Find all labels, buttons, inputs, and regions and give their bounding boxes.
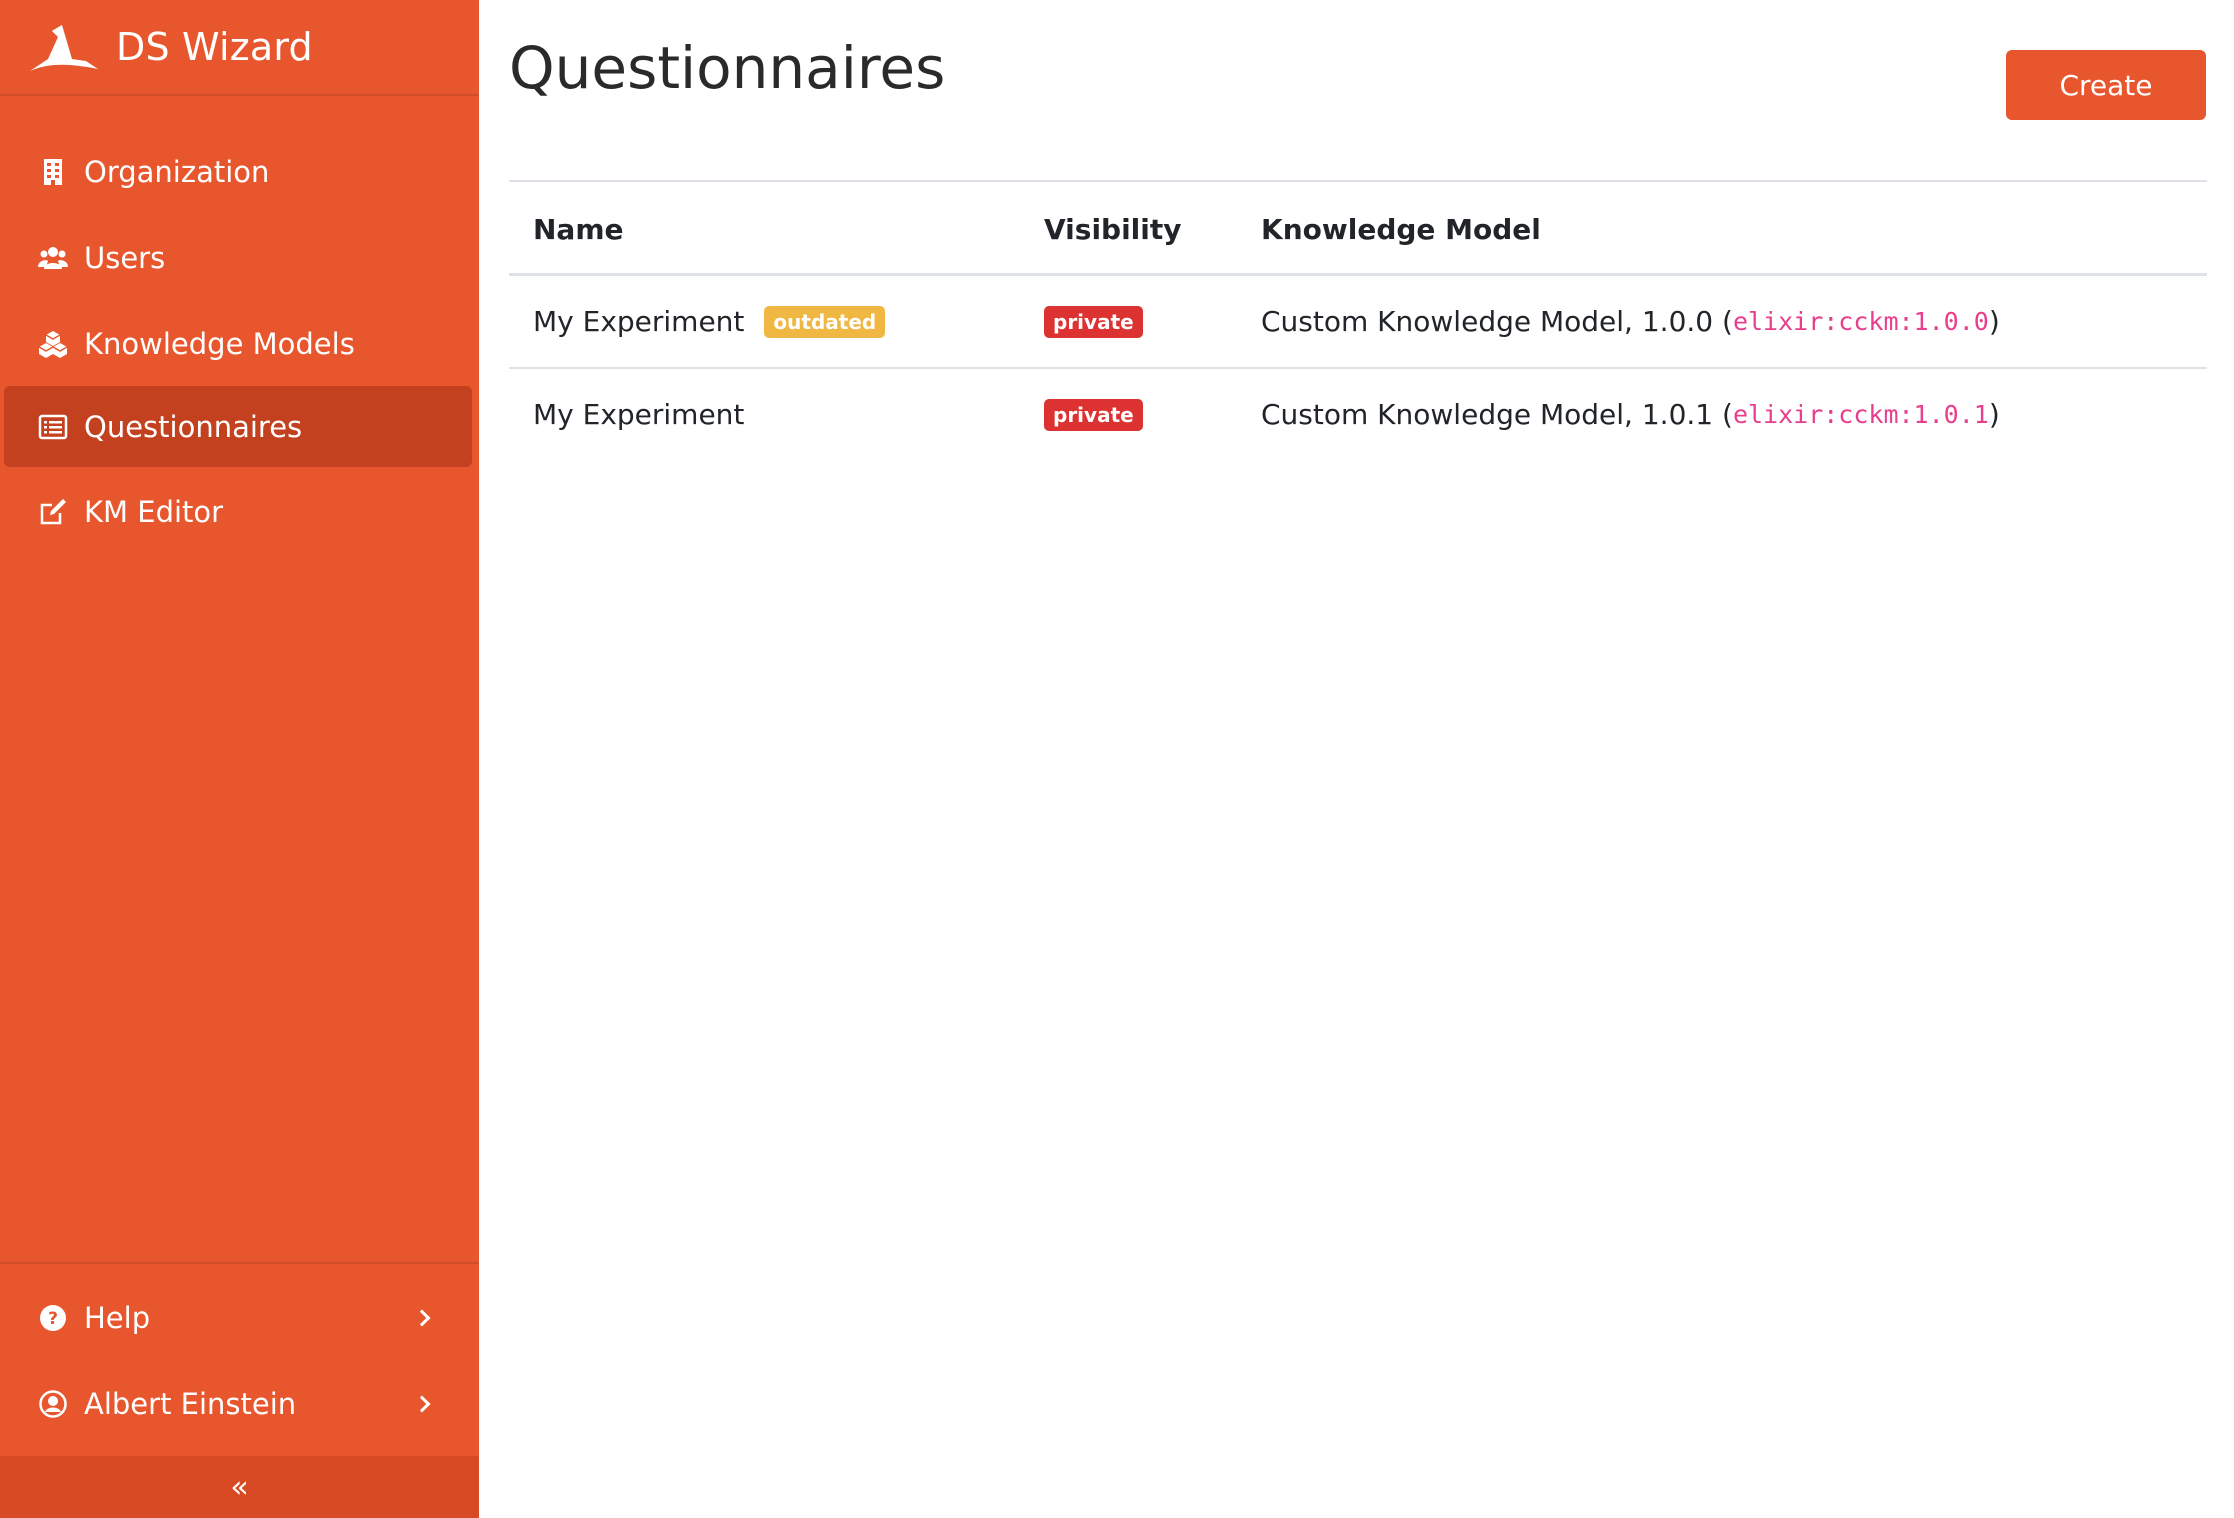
table-header: Name Visibility Knowledge Model	[509, 182, 2207, 276]
users-icon	[38, 246, 68, 269]
brand-name: DS Wizard	[116, 25, 313, 69]
sidebar-divider	[0, 1262, 479, 1264]
wizard-hat-logo-icon	[30, 25, 98, 71]
question-circle-icon: ?	[40, 1304, 66, 1331]
table-row[interactable]: My Experiment outdated private Custom Kn…	[509, 276, 2207, 369]
sidebar-item-profile[interactable]: Albert Einstein	[4, 1363, 472, 1444]
cubes-icon	[38, 330, 68, 358]
create-button[interactable]: Create	[2006, 50, 2206, 120]
sidebar-item-label: Questionnaires	[84, 409, 303, 444]
sidebar-item-label: KM Editor	[84, 494, 224, 529]
main-content: Questionnaires Create Name Visibility Kn…	[479, 0, 2234, 1518]
sidebar-item-label: Knowledge Models	[84, 326, 355, 361]
sidebar-item-label: Albert Einstein	[84, 1386, 297, 1421]
brand[interactable]: DS Wizard	[0, 0, 479, 96]
outdated-badge: outdated	[764, 305, 886, 338]
app-root: DS Wizard Organization Users Knowledge M…	[0, 0, 2234, 1518]
questionnaire-name[interactable]: My Experiment	[533, 398, 744, 431]
sidebar: DS Wizard Organization Users Knowledge M…	[0, 0, 479, 1518]
chevron-right-icon	[413, 1395, 431, 1412]
sidebar-item-organization[interactable]: Organization	[4, 131, 472, 212]
knowledge-model-label: Custom Knowledge Model, 1.0.1 (	[1261, 398, 1733, 431]
edit-icon	[40, 498, 66, 524]
questionnaire-name[interactable]: My Experiment	[533, 305, 744, 338]
column-header-name: Name	[533, 212, 624, 246]
sidebar-item-help[interactable]: ? Help	[4, 1277, 472, 1358]
column-header-knowledge-model: Knowledge Model	[1261, 212, 1541, 246]
sidebar-item-label: Organization	[84, 154, 270, 189]
sidebar-item-km-editor[interactable]: KM Editor	[4, 471, 472, 552]
sidebar-item-questionnaires[interactable]: Questionnaires	[4, 386, 472, 467]
knowledge-model-id: elixir:cckm:1.0.0	[1732, 307, 1989, 336]
collapse-sidebar-button[interactable]: «	[0, 1456, 479, 1518]
building-icon	[44, 158, 62, 185]
chevron-right-icon	[413, 1309, 431, 1326]
visibility-badge: private	[1044, 305, 1143, 338]
knowledge-model-id: elixir:cckm:1.0.1	[1732, 400, 1989, 429]
svg-text:?: ?	[48, 1309, 58, 1329]
double-chevron-left-icon: «	[230, 1469, 249, 1505]
knowledge-model-close: )	[1988, 398, 2000, 431]
knowledge-model-label: Custom Knowledge Model, 1.0.0 (	[1261, 305, 1733, 338]
page-title: Questionnaires	[509, 34, 946, 102]
questionnaires-table: Name Visibility Knowledge Model My Exper…	[509, 180, 2207, 462]
sidebar-item-label: Help	[84, 1300, 151, 1335]
sidebar-item-users[interactable]: Users	[4, 217, 472, 298]
column-header-visibility: Visibility	[1044, 212, 1182, 246]
sidebar-item-knowledge-models[interactable]: Knowledge Models	[4, 303, 472, 384]
table-row[interactable]: My Experiment private Custom Knowledge M…	[509, 369, 2207, 462]
sidebar-item-label: Users	[84, 240, 166, 275]
list-alt-icon	[38, 414, 68, 439]
knowledge-model-close: )	[1988, 305, 2000, 338]
user-circle-icon	[39, 1389, 67, 1418]
visibility-badge: private	[1044, 398, 1143, 431]
